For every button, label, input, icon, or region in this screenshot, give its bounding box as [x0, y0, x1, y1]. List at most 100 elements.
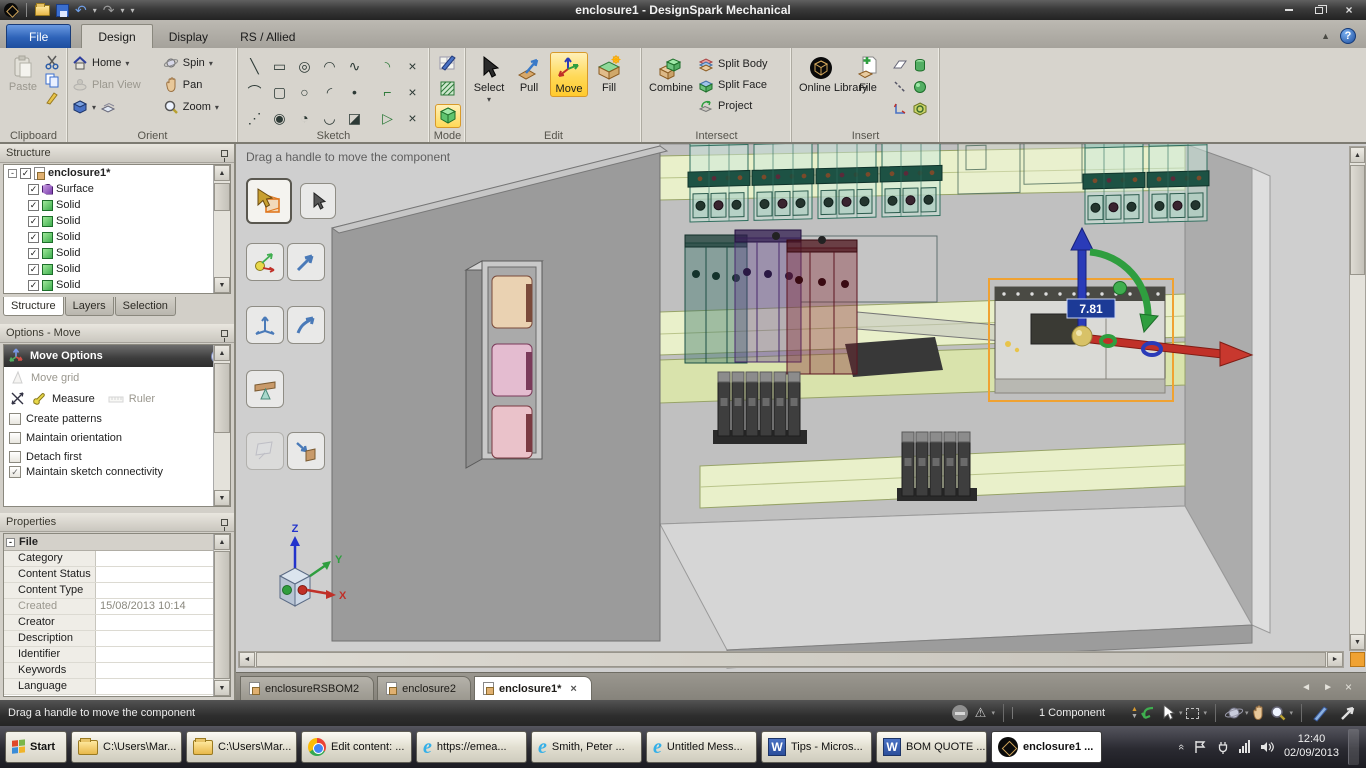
- sketch-tool-tangent-line-icon[interactable]: ⌒: [244, 81, 266, 103]
- create-patterns-option[interactable]: Create patterns: [4, 409, 230, 428]
- tree-checkbox[interactable]: ✓: [20, 168, 31, 179]
- tree-checkbox[interactable]: ✓: [28, 200, 39, 211]
- close-button[interactable]: ×: [1336, 3, 1362, 17]
- doc-tab-enclosureRSBOM2[interactable]: enclosureRSBOM2: [240, 676, 374, 700]
- move-handle-tool-button[interactable]: [246, 178, 292, 224]
- taskbar-clock[interactable]: 12:4002/09/2013: [1284, 733, 1339, 761]
- tree-item-label[interactable]: Solid: [56, 215, 80, 227]
- tree-expand-icon[interactable]: -: [8, 169, 17, 178]
- select-tool-button[interactable]: [300, 183, 336, 219]
- sketch-tool-spline-icon[interactable]: ∿: [344, 55, 366, 77]
- tab-display[interactable]: Display: [153, 25, 224, 48]
- property-value[interactable]: [96, 551, 230, 566]
- move-to-tool-button[interactable]: [287, 432, 325, 470]
- tab-scroll-right-icon[interactable]: ►: [1323, 682, 1333, 693]
- format-painter-icon[interactable]: [44, 90, 60, 106]
- move-button[interactable]: Move: [550, 52, 588, 97]
- structure-scrollbar[interactable]: ▲ ▼: [213, 165, 230, 293]
- taskbar-folder-1[interactable]: C:\Users\Mar...: [71, 731, 182, 763]
- tree-item-label[interactable]: Solid: [56, 279, 80, 291]
- tab-design[interactable]: Design: [81, 24, 152, 48]
- curved-move-tool-button[interactable]: [287, 306, 325, 344]
- pin-icon[interactable]: [221, 330, 228, 337]
- sketch-tool-fill-region-icon[interactable]: ◪: [344, 107, 366, 129]
- collapse-ribbon-icon[interactable]: ▲: [1321, 31, 1330, 41]
- taskbar-ie-3[interactable]: eUntitled Mess...: [646, 731, 757, 763]
- pin-icon[interactable]: [221, 150, 228, 157]
- fill-button[interactable]: Fill: [590, 52, 628, 95]
- sketch-tool-rectangle-icon[interactable]: ▭: [269, 55, 291, 77]
- toolbar-options-icon[interactable]: ▾: [131, 6, 135, 15]
- sketch-pencil-icon[interactable]: [1310, 703, 1330, 723]
- checkbox[interactable]: ✓: [9, 466, 21, 478]
- scroll-left-icon[interactable]: ◄: [239, 652, 255, 667]
- move-grid-option[interactable]: Move grid: [4, 367, 230, 388]
- taskbar-chrome[interactable]: Edit content: ...: [301, 731, 412, 763]
- speaker-icon[interactable]: [1259, 740, 1275, 754]
- warnings-icon[interactable]: ⚠: [970, 703, 990, 723]
- anchor-tool-button[interactable]: [246, 243, 284, 281]
- taskbar-ie-2[interactable]: eSmith, Peter ...: [531, 731, 642, 763]
- property-value[interactable]: [96, 615, 230, 630]
- maintain-orientation-option[interactable]: Maintain orientation: [4, 428, 230, 447]
- sketch-tool-sweep-arc-icon[interactable]: ◜: [319, 81, 341, 103]
- split-face-button[interactable]: Split Face: [698, 75, 768, 95]
- up-to-tool-button[interactable]: [246, 306, 284, 344]
- taskbar-designspark[interactable]: enclosure1 ...: [991, 731, 1102, 763]
- sketch-tool-tangent-arc-icon[interactable]: ◠: [319, 55, 341, 77]
- measure-label[interactable]: Measure: [52, 393, 95, 405]
- scroll-right-icon[interactable]: ►: [1327, 652, 1343, 667]
- free-move-icon[interactable]: [10, 391, 26, 407]
- action-center-flag-icon[interactable]: [1193, 740, 1207, 754]
- taskbar-word-2[interactable]: WBOM QUOTE ...: [876, 731, 987, 763]
- view-cube-button[interactable]: ▾: [72, 97, 155, 117]
- undo-dropdown-icon[interactable]: ▾: [93, 6, 97, 15]
- sketch-tool-three-point-circle-icon[interactable]: ○: [294, 81, 316, 103]
- sketch-tool-bend-icon[interactable]: ⌐: [377, 81, 399, 103]
- spin-button[interactable]: Spin▾: [163, 53, 233, 73]
- sketch-tool-point-icon[interactable]: •: [344, 81, 366, 103]
- start-button[interactable]: Start: [5, 731, 67, 763]
- move-direction-tool-button[interactable]: [287, 243, 325, 281]
- insert-axes-icon[interactable]: [892, 101, 908, 117]
- tree-checkbox[interactable]: ✓: [28, 232, 39, 243]
- scroll-up-icon[interactable]: ▲: [1350, 147, 1365, 163]
- cut-icon[interactable]: [44, 54, 60, 70]
- tree-item-label[interactable]: Solid: [56, 263, 80, 275]
- combine-button[interactable]: Combine: [646, 52, 696, 128]
- tab-structure[interactable]: Structure: [3, 297, 64, 316]
- spin-view-icon[interactable]: [1224, 703, 1244, 723]
- property-value[interactable]: [96, 663, 230, 678]
- solid-mode-button[interactable]: [435, 104, 461, 128]
- tree-root-label[interactable]: enclosure1*: [48, 167, 110, 179]
- scroll-up-icon[interactable]: ▲: [214, 534, 230, 550]
- online-library-button[interactable]: Online Library: [796, 52, 846, 128]
- close-tab-icon[interactable]: ×: [570, 683, 576, 695]
- scroll-down-icon[interactable]: ▼: [1350, 634, 1365, 650]
- zoom-dropdown-icon[interactable]: ▾: [1289, 709, 1293, 717]
- sketch-tool-spline-control-icon[interactable]: ◔: [294, 107, 316, 129]
- vertical-scrollbar[interactable]: ▲ ▼: [1349, 146, 1366, 651]
- split-body-button[interactable]: Split Body: [698, 54, 768, 74]
- property-value[interactable]: [96, 647, 230, 662]
- pull-button[interactable]: Pull: [510, 52, 548, 95]
- checkbox[interactable]: [9, 413, 21, 425]
- selection-dropdown-icon[interactable]: ▾: [1203, 709, 1207, 717]
- project-button[interactable]: Project: [698, 96, 768, 116]
- sketch-tool-ellipse-icon[interactable]: ◉: [269, 107, 291, 129]
- tab-file[interactable]: File: [6, 24, 71, 48]
- power-plug-icon[interactable]: [1216, 740, 1230, 754]
- scroll-down-icon[interactable]: ▼: [214, 680, 230, 696]
- help-icon[interactable]: ?: [1340, 28, 1356, 44]
- show-desktop-button[interactable]: [1348, 729, 1359, 765]
- pin-icon[interactable]: [221, 519, 228, 526]
- scroll-down-icon[interactable]: ▼: [214, 277, 230, 293]
- detach-first-option[interactable]: Detach first: [4, 447, 230, 466]
- sketch-tool-trim-icon[interactable]: ×: [402, 55, 424, 77]
- insert-file-button[interactable]: File: [849, 52, 887, 128]
- sketch-move-tool-button[interactable]: [246, 432, 284, 470]
- doc-tab-enclosure2[interactable]: enclosure2: [377, 676, 471, 700]
- pan-button[interactable]: Pan: [163, 75, 233, 95]
- sketch-tool-line-icon[interactable]: ╲: [244, 55, 266, 77]
- zoom-view-icon[interactable]: [1268, 703, 1288, 723]
